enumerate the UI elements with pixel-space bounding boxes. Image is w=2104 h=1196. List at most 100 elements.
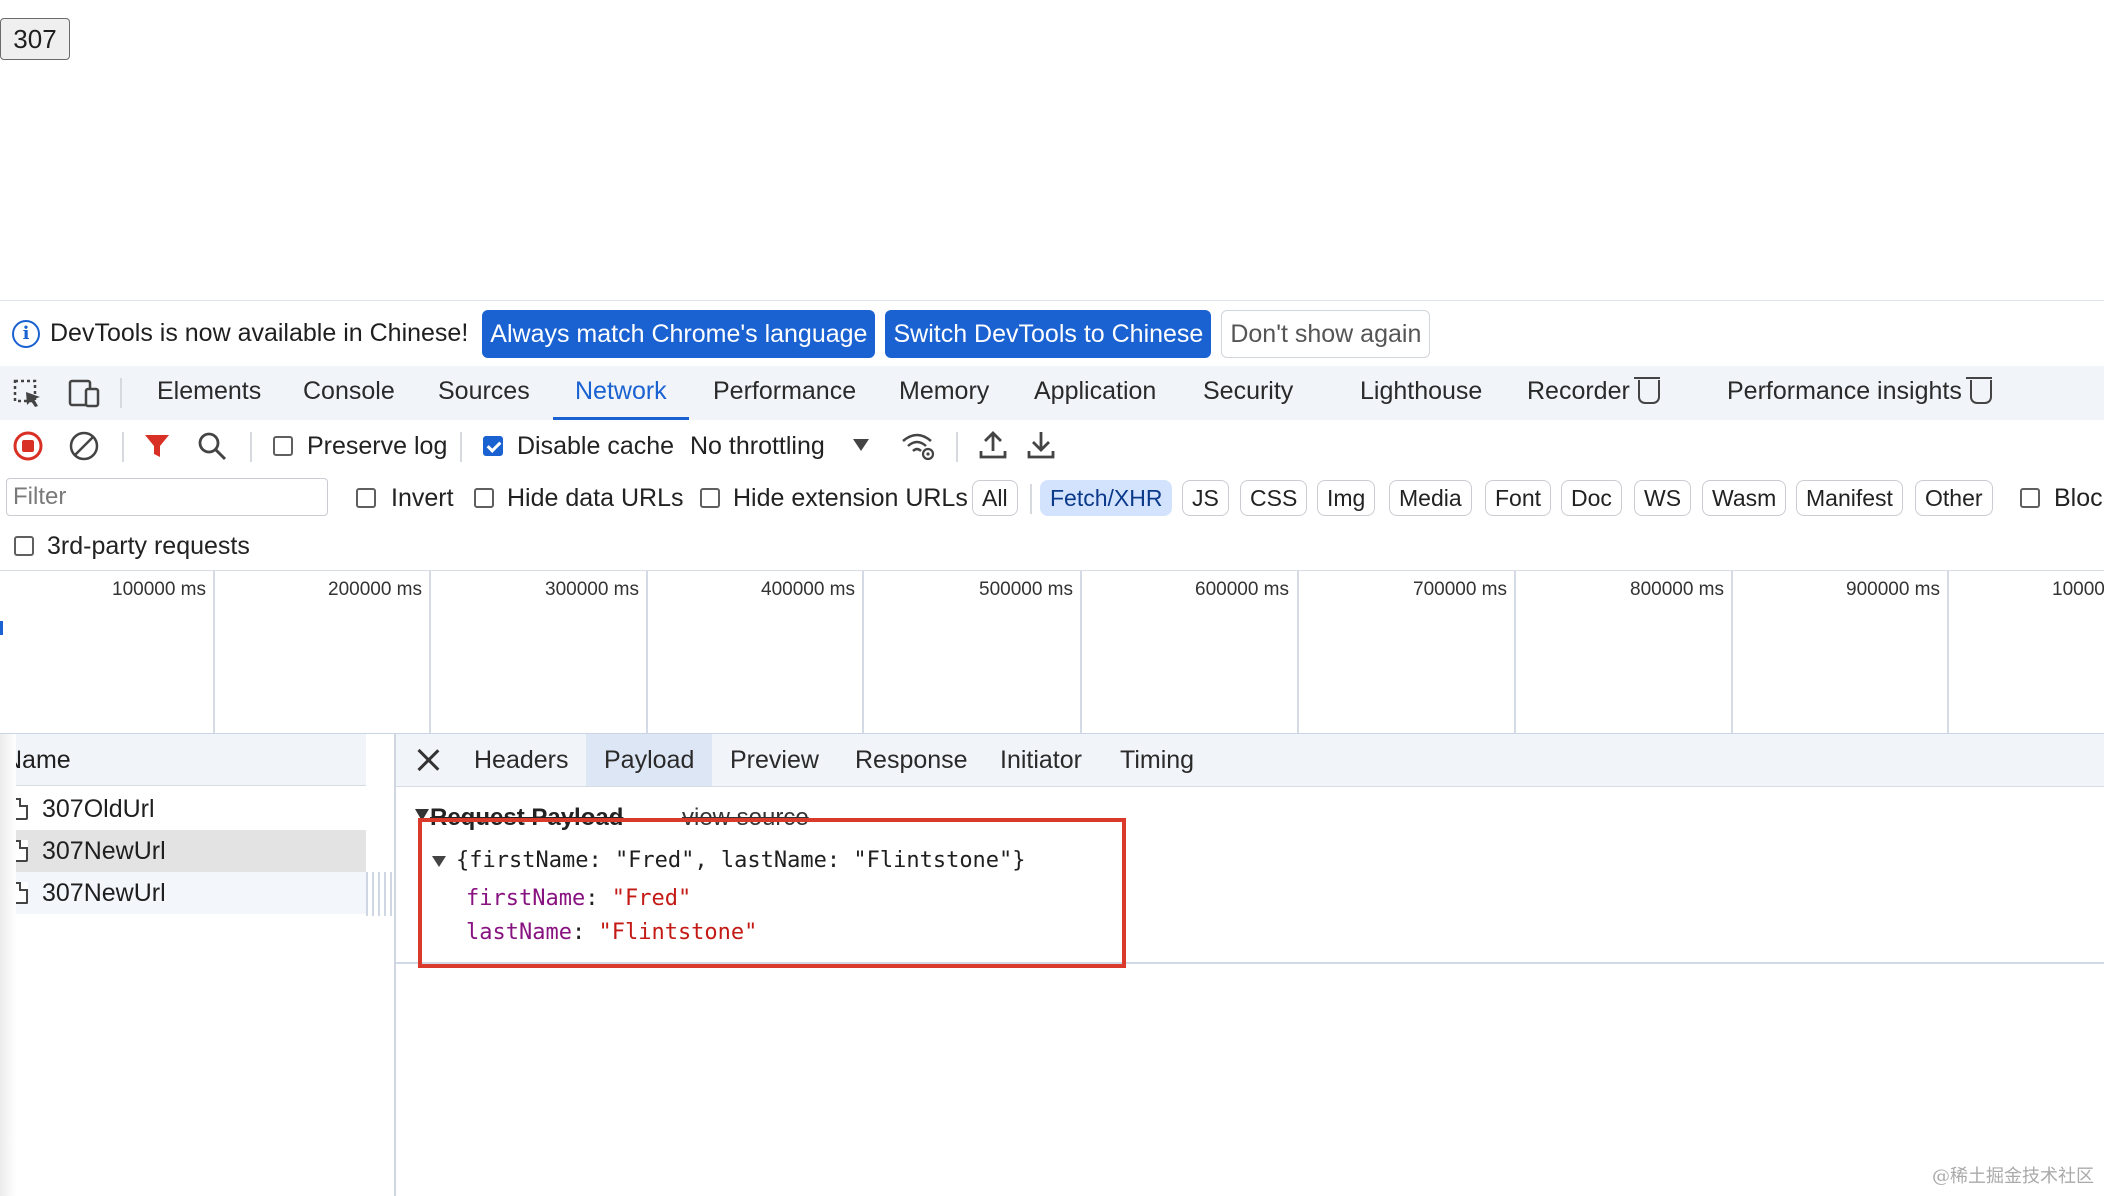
experiment-flask-icon xyxy=(1965,377,1992,405)
timeline-gridline xyxy=(1947,571,1949,733)
filter-input[interactable]: Filter xyxy=(6,478,328,516)
tab-response[interactable]: Response xyxy=(855,734,968,786)
chevron-down-icon[interactable] xyxy=(852,438,870,452)
toolbar-separator xyxy=(956,432,958,462)
page-307-button[interactable]: 307 xyxy=(0,18,70,60)
panel-edge-shadow xyxy=(0,734,16,1196)
tab-network[interactable]: Network xyxy=(553,366,689,420)
inspect-element-icon[interactable] xyxy=(12,378,44,410)
tab-application[interactable]: Application xyxy=(1034,366,1156,420)
annotation-highlight-box xyxy=(418,818,1126,968)
language-infobar: i DevTools is now available in Chinese! … xyxy=(0,300,2104,366)
export-har-icon[interactable] xyxy=(1026,429,1056,461)
timeline-tick-label: 800000 ms xyxy=(1630,579,1725,600)
timeline-tick-label: 400000 ms xyxy=(761,579,856,600)
tab-headers[interactable]: Headers xyxy=(474,734,569,786)
filter-chip-js[interactable]: JS xyxy=(1182,480,1229,516)
network-conditions-icon[interactable] xyxy=(900,430,936,462)
timeline-gridline xyxy=(646,571,648,733)
filter-chip-ws[interactable]: WS xyxy=(1634,480,1692,516)
invert-checkbox[interactable] xyxy=(356,488,376,508)
filter-chip-fetch-xhr[interactable]: Fetch/XHR xyxy=(1040,480,1173,516)
tab-performance-insights[interactable]: Performance insights xyxy=(1727,366,1992,420)
device-toolbar-icon[interactable] xyxy=(66,378,102,410)
always-match-language-button[interactable]: Always match Chrome's language xyxy=(482,309,876,358)
timeline-tick-label: 10000 xyxy=(2052,579,2104,600)
devtools-tab-bar: Elements Console Sources Network Perform… xyxy=(0,366,2104,421)
third-party-checkbox[interactable] xyxy=(14,536,34,556)
timeline-tick-label: 500000 ms xyxy=(979,579,1074,600)
filter-chip-media[interactable]: Media xyxy=(1389,480,1472,516)
network-toolbar: Preserve log Disable cache No throttling xyxy=(0,420,2104,473)
detail-tab-bar: Headers Payload Preview Response Initiat… xyxy=(396,734,2104,787)
blocked-requests-label: Bloc xyxy=(2054,484,2103,512)
request-name: 307NewUrl xyxy=(42,879,166,907)
request-row-selected[interactable]: 307NewUrl xyxy=(0,830,366,872)
tab-lighthouse[interactable]: Lighthouse xyxy=(1360,366,1482,420)
tab-timing[interactable]: Timing xyxy=(1120,734,1194,786)
tab-payload[interactable]: Payload xyxy=(586,734,713,786)
timeline-tick-label: 700000 ms xyxy=(1413,579,1508,600)
filter-chip-manifest[interactable]: Manifest xyxy=(1796,480,1903,516)
timeline-overview[interactable]: 100000 ms 200000 ms 300000 ms 400000 ms … xyxy=(0,571,2104,734)
request-list: Name 307OldUrl 307NewUrl 307NewUrl xyxy=(0,734,366,1196)
infobar-message: DevTools is now available in Chinese! xyxy=(50,319,469,347)
column-resize-handle[interactable] xyxy=(366,872,392,916)
hide-extension-urls-label: Hide extension URLs xyxy=(733,484,968,512)
tab-sources[interactable]: Sources xyxy=(438,366,530,420)
request-name: 307NewUrl xyxy=(42,837,166,865)
tab-recorder[interactable]: Recorder xyxy=(1527,366,1660,420)
blocked-requests-checkbox[interactable] xyxy=(2020,488,2040,508)
experiment-flask-icon xyxy=(1633,377,1660,405)
dont-show-again-button[interactable]: Don't show again xyxy=(1221,309,1431,358)
clear-log-icon[interactable] xyxy=(68,430,100,462)
timeline-gridline xyxy=(862,571,864,733)
filter-funnel-icon[interactable] xyxy=(142,431,172,461)
search-icon[interactable] xyxy=(196,430,228,462)
timeline-gridline xyxy=(1731,571,1733,733)
switch-to-chinese-button[interactable]: Switch DevTools to Chinese xyxy=(885,309,1212,358)
tab-console[interactable]: Console xyxy=(303,366,395,420)
filter-chip-css[interactable]: CSS xyxy=(1240,480,1308,516)
import-har-icon[interactable] xyxy=(978,429,1008,461)
toolbar-separator xyxy=(250,432,252,462)
filter-chip-other[interactable]: Other xyxy=(1915,480,1993,516)
hide-data-urls-label: Hide data URLs xyxy=(507,484,684,512)
tab-elements[interactable]: Elements xyxy=(157,366,261,420)
tab-preview[interactable]: Preview xyxy=(730,734,819,786)
timeline-gridline xyxy=(1297,571,1299,733)
timeline-tick-label: 100000 ms xyxy=(112,579,207,600)
request-row[interactable]: 307NewUrl xyxy=(0,872,366,914)
tab-security[interactable]: Security xyxy=(1203,366,1293,420)
disable-cache-label: Disable cache xyxy=(517,432,675,460)
close-icon[interactable] xyxy=(414,746,442,774)
tab-performance[interactable]: Performance xyxy=(713,366,856,420)
filter-chip-doc[interactable]: Doc xyxy=(1561,480,1622,516)
tab-initiator[interactable]: Initiator xyxy=(1000,734,1082,786)
preserve-log-checkbox[interactable] xyxy=(273,436,293,456)
name-column-header[interactable]: Name xyxy=(0,734,366,786)
timeline-request-bar xyxy=(0,621,3,635)
timeline-gridline xyxy=(1514,571,1516,733)
tab-memory[interactable]: Memory xyxy=(899,366,989,420)
hide-extension-urls-checkbox[interactable] xyxy=(700,488,720,508)
filter-chip-wasm[interactable]: Wasm xyxy=(1702,480,1787,516)
timeline-gridline xyxy=(1080,571,1082,733)
timeline-tick-label: 900000 ms xyxy=(1846,579,1941,600)
timeline-tick-label: 200000 ms xyxy=(328,579,423,600)
filter-chip-all[interactable]: All xyxy=(972,480,1018,516)
invert-label: Invert xyxy=(391,484,454,512)
stop-recording-icon[interactable] xyxy=(12,430,44,462)
filter-chip-font[interactable]: Font xyxy=(1485,480,1552,516)
tab-recorder-label: Recorder xyxy=(1527,377,1630,405)
hide-data-urls-checkbox[interactable] xyxy=(474,488,494,508)
third-party-row: 3rd-party requests xyxy=(0,524,2104,571)
filter-chip-img[interactable]: Img xyxy=(1317,480,1376,516)
throttling-select[interactable]: No throttling xyxy=(690,432,825,461)
disable-cache-checkbox[interactable] xyxy=(483,436,503,456)
request-row[interactable]: 307OldUrl xyxy=(0,788,366,830)
info-icon: i xyxy=(12,319,40,348)
watermark: @稀土掘金技术社区 xyxy=(1932,1166,2094,1187)
toolbar-separator xyxy=(122,432,124,462)
timeline-gridline xyxy=(213,571,215,733)
